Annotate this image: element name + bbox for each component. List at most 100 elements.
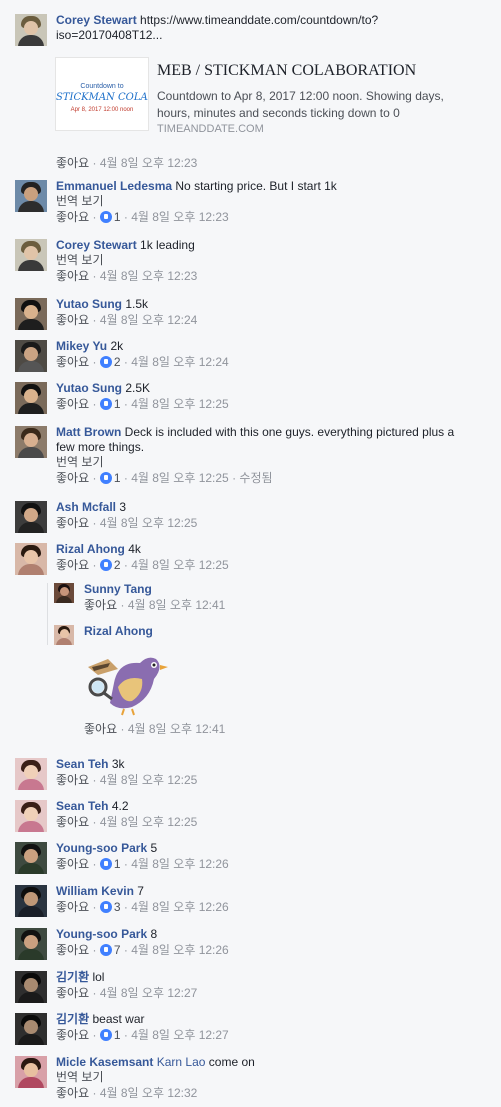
like-button[interactable]: 좋아요 bbox=[56, 156, 89, 170]
avatar[interactable] bbox=[54, 583, 74, 603]
like-reaction-icon[interactable] bbox=[99, 398, 112, 410]
reaction-count[interactable]: 1 bbox=[114, 1028, 121, 1042]
avatar[interactable] bbox=[15, 382, 47, 414]
commenter-name[interactable]: Matt Brown bbox=[56, 425, 121, 439]
like-reaction-icon[interactable] bbox=[99, 356, 112, 368]
avatar[interactable] bbox=[15, 928, 47, 960]
commenter-name[interactable]: Sunny Tang bbox=[84, 582, 152, 596]
commenter-name[interactable]: Sean Teh bbox=[56, 799, 108, 813]
avatar[interactable] bbox=[15, 298, 47, 330]
timestamp[interactable]: 4월 8일 오후 12:26 bbox=[131, 857, 229, 871]
commenter-name[interactable]: Sean Teh bbox=[56, 757, 108, 771]
timestamp[interactable]: 4월 8일 오후 12:41 bbox=[128, 722, 226, 736]
like-reaction-icon[interactable] bbox=[99, 211, 112, 223]
timestamp[interactable]: 4월 8일 오후 12:32 bbox=[100, 1086, 198, 1100]
bird-detective-sticker[interactable] bbox=[84, 653, 168, 717]
comment-link[interactable]: https://www.timeanddate.com/countdown/to… bbox=[140, 13, 378, 27]
like-button[interactable]: 좋아요 bbox=[56, 1086, 89, 1100]
see-translation-link[interactable]: 번역 보기 bbox=[56, 455, 495, 470]
avatar[interactable] bbox=[15, 758, 47, 790]
reaction-count[interactable]: 2 bbox=[114, 558, 121, 572]
commenter-name[interactable]: Rizal Ahong bbox=[56, 542, 125, 556]
like-button[interactable]: 좋아요 bbox=[56, 943, 89, 957]
commenter-name[interactable]: William Kevin bbox=[56, 884, 134, 898]
like-button[interactable]: 좋아요 bbox=[56, 815, 89, 829]
commenter-name[interactable]: 김기환 bbox=[56, 1012, 89, 1026]
like-button[interactable]: 좋아요 bbox=[84, 598, 117, 612]
like-button[interactable]: 좋아요 bbox=[56, 269, 89, 283]
mention-link[interactable]: Karn Lao bbox=[157, 1055, 206, 1069]
like-button[interactable]: 좋아요 bbox=[56, 1028, 89, 1042]
timestamp[interactable]: 4월 8일 오후 12:24 bbox=[100, 313, 198, 327]
like-button[interactable]: 좋아요 bbox=[56, 857, 89, 871]
timestamp[interactable]: 4월 8일 오후 12:25 bbox=[100, 773, 198, 787]
like-button[interactable]: 좋아요 bbox=[56, 900, 89, 914]
commenter-name[interactable]: Rizal Ahong bbox=[84, 624, 153, 638]
avatar[interactable] bbox=[15, 1013, 47, 1045]
see-translation-link[interactable]: 번역 보기 bbox=[56, 253, 495, 268]
avatar[interactable] bbox=[15, 800, 47, 832]
timestamp[interactable]: 4월 8일 오후 12:41 bbox=[128, 598, 226, 612]
like-button[interactable]: 좋아요 bbox=[56, 516, 89, 530]
reaction-count[interactable]: 1 bbox=[114, 397, 121, 411]
timestamp[interactable]: 4월 8일 오후 12:25 bbox=[131, 397, 229, 411]
like-button[interactable]: 좋아요 bbox=[56, 471, 89, 485]
reaction-count[interactable]: 1 bbox=[114, 210, 121, 224]
like-button[interactable]: 좋아요 bbox=[56, 558, 89, 572]
commenter-name[interactable]: Mikey Yu bbox=[56, 339, 107, 353]
edited-label[interactable]: 수정됨 bbox=[239, 471, 272, 485]
like-reaction-icon[interactable] bbox=[99, 944, 112, 956]
like-button[interactable]: 좋아요 bbox=[56, 313, 89, 327]
reaction-count[interactable]: 7 bbox=[114, 943, 121, 957]
commenter-name[interactable]: 김기환 bbox=[56, 970, 89, 984]
reaction-count[interactable]: 1 bbox=[114, 471, 121, 485]
commenter-name[interactable]: Ash Mcfall bbox=[56, 500, 116, 514]
comment-link-cont[interactable]: iso=20170408T12... bbox=[56, 28, 495, 43]
link-title[interactable]: MEB / STICKMAN COLABORATION bbox=[157, 62, 416, 80]
reaction-count[interactable]: 2 bbox=[114, 355, 121, 369]
timestamp[interactable]: 4월 8일 오후 12:25 bbox=[131, 471, 229, 485]
like-reaction-icon[interactable] bbox=[99, 858, 112, 870]
avatar[interactable] bbox=[15, 501, 47, 533]
timestamp[interactable]: 4월 8일 오후 12:24 bbox=[131, 355, 229, 369]
commenter-name[interactable]: Emmanuel Ledesma bbox=[56, 179, 172, 193]
timestamp[interactable]: 4월 8일 오후 12:26 bbox=[131, 900, 229, 914]
avatar[interactable] bbox=[54, 625, 74, 645]
timestamp[interactable]: 4월 8일 오후 12:25 bbox=[100, 815, 198, 829]
avatar[interactable] bbox=[15, 885, 47, 917]
like-reaction-icon[interactable] bbox=[99, 472, 112, 484]
timestamp[interactable]: 4월 8일 오후 12:25 bbox=[100, 516, 198, 530]
avatar[interactable] bbox=[15, 340, 47, 372]
commenter-name[interactable]: Corey Stewart bbox=[56, 238, 137, 252]
timestamp[interactable]: 4월 8일 오후 12:23 bbox=[131, 210, 229, 224]
link-thumbnail[interactable]: Countdown to STICKMAN COLABORA Apr 8, 20… bbox=[55, 57, 149, 131]
link-preview-card[interactable]: Countdown to STICKMAN COLABORA Apr 8, 20… bbox=[55, 55, 455, 145]
like-reaction-icon[interactable] bbox=[99, 1029, 112, 1041]
avatar[interactable] bbox=[15, 543, 47, 575]
reaction-count[interactable]: 1 bbox=[114, 857, 121, 871]
like-reaction-icon[interactable] bbox=[99, 559, 112, 571]
avatar[interactable] bbox=[15, 1056, 47, 1088]
commenter-name[interactable]: Young-soo Park bbox=[56, 841, 147, 855]
timestamp[interactable]: 4월 8일 오후 12:25 bbox=[131, 558, 229, 572]
timestamp[interactable]: 4월 8일 오후 12:27 bbox=[100, 986, 198, 1000]
commenter-name[interactable]: Corey Stewart bbox=[56, 13, 137, 27]
avatar[interactable] bbox=[15, 14, 47, 46]
timestamp[interactable]: 4월 8일 오후 12:23 bbox=[100, 156, 198, 170]
like-reaction-icon[interactable] bbox=[99, 901, 112, 913]
see-translation-link[interactable]: 번역 보기 bbox=[56, 194, 495, 209]
timestamp[interactable]: 4월 8일 오후 12:26 bbox=[131, 943, 229, 957]
avatar[interactable] bbox=[15, 426, 47, 458]
avatar[interactable] bbox=[15, 180, 47, 212]
like-button[interactable]: 좋아요 bbox=[56, 210, 89, 224]
avatar[interactable] bbox=[15, 971, 47, 1003]
commenter-name[interactable]: Yutao Sung bbox=[56, 297, 122, 311]
avatar[interactable] bbox=[15, 239, 47, 271]
like-button[interactable]: 좋아요 bbox=[84, 722, 117, 736]
timestamp[interactable]: 4월 8일 오후 12:23 bbox=[100, 269, 198, 283]
reaction-count[interactable]: 3 bbox=[114, 900, 121, 914]
commenter-name[interactable]: Yutao Sung bbox=[56, 381, 122, 395]
commenter-name[interactable]: Micle Kasemsant bbox=[56, 1055, 153, 1069]
like-button[interactable]: 좋아요 bbox=[56, 355, 89, 369]
timestamp[interactable]: 4월 8일 오후 12:27 bbox=[131, 1028, 229, 1042]
